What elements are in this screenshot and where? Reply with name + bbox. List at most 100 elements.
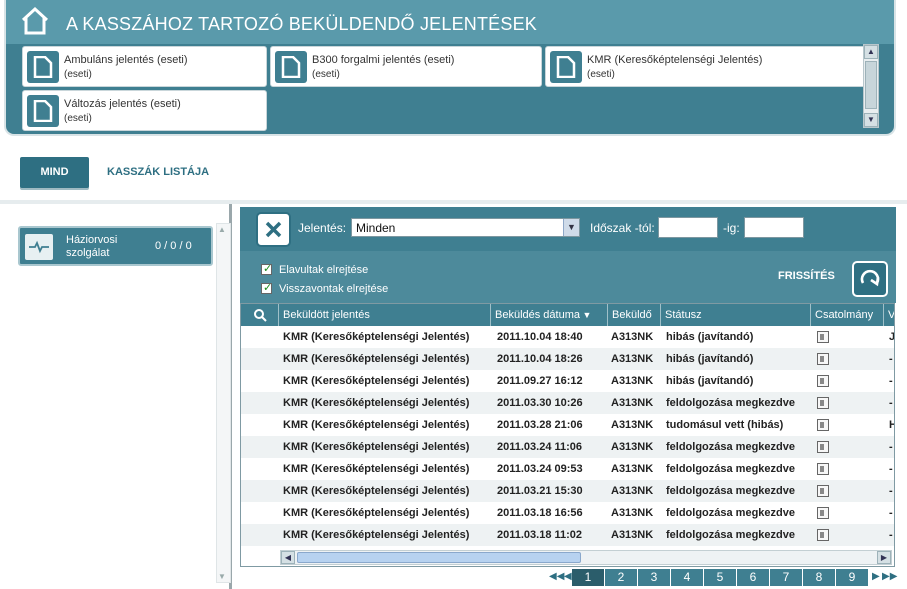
column-header-date[interactable]: Beküldés dátuma ▼	[491, 304, 608, 326]
column-header-extra[interactable]: V	[884, 304, 894, 326]
reports-scrollbar[interactable]: ▲ ▼	[863, 44, 879, 128]
cell-status: feldolgozása megkezdve	[666, 441, 795, 453]
cell-date: 2011.03.30 10:26	[497, 397, 583, 409]
table-horizontal-scrollbar[interactable]: ◀ ▶	[280, 550, 892, 565]
clear-filter-button[interactable]	[256, 212, 291, 247]
reports-table: Beküldött jelentés Beküldés dátuma ▼ Bek…	[240, 303, 895, 567]
table-row[interactable]: KMR (Keresőképtelenségi Jelentés) 2011.0…	[241, 458, 894, 480]
page-button-2[interactable]: 2	[605, 569, 637, 586]
report-card-valtozas[interactable]: Változás jelentés (eseti) (eseti)	[22, 90, 267, 131]
table-row[interactable]: KMR (Keresőképtelenségi Jelentés) 2011.0…	[241, 392, 894, 414]
report-card-title: Változás jelentés (eseti)	[64, 98, 181, 110]
attachment-icon[interactable]	[817, 485, 829, 497]
cell-extra: H	[885, 414, 894, 436]
cell-sender: A313NK	[611, 529, 654, 541]
period-from-input[interactable]	[658, 217, 718, 238]
attachment-icon[interactable]	[817, 529, 829, 541]
cell-extra: -	[889, 353, 893, 365]
attachment-icon[interactable]	[817, 419, 829, 431]
table-row[interactable]: KMR (Keresőképtelenségi Jelentés) 2011.0…	[241, 370, 894, 392]
table-row[interactable]: KMR (Keresőképtelenségi Jelentés) 2011.0…	[241, 436, 894, 458]
column-header-sent[interactable]: Beküldött jelentés	[279, 304, 491, 326]
cell-status: feldolgozása megkezdve	[666, 463, 795, 475]
table-row[interactable]: KMR (Keresőképtelenségi Jelentés) 2011.0…	[241, 502, 894, 524]
report-card-ambulans[interactable]: Ambuláns jelentés (eseti) (eseti)	[22, 46, 267, 87]
scroll-up-icon[interactable]: ▲	[218, 225, 226, 234]
hide-withdrawn-checkbox[interactable]: ✓	[261, 282, 272, 294]
document-icon	[275, 51, 307, 83]
search-column-header[interactable]	[241, 304, 279, 326]
refresh-label[interactable]: FRISSÍTÉS	[778, 270, 835, 282]
page-button-4[interactable]: 4	[671, 569, 703, 586]
cell-date: 2011.10.04 18:26	[497, 353, 583, 365]
table-row[interactable]: KMR (Keresőképtelenségi Jelentés) 2011.1…	[241, 326, 895, 348]
document-icon	[27, 51, 59, 83]
report-card-kmr[interactable]: KMR (Keresőképtelenségi Jelentés) (eseti…	[545, 46, 868, 87]
table-row[interactable]: KMR (Keresőképtelenségi Jelentés) 2011.0…	[241, 524, 894, 546]
cell-date: 2011.03.18 11:02	[497, 529, 583, 541]
report-filter-label: Jelentés:	[298, 221, 347, 235]
table-row[interactable]: KMR (Keresőképtelenségi Jelentés) 2011.1…	[241, 348, 894, 370]
page-button-1[interactable]: 1	[572, 569, 604, 586]
hide-expired-checkbox[interactable]: ✓	[261, 263, 272, 275]
attachment-icon[interactable]	[817, 507, 829, 519]
table-header: Beküldött jelentés Beküldés dátuma ▼ Bek…	[241, 304, 894, 326]
cell-report: KMR (Keresőképtelenségi Jelentés)	[283, 485, 470, 497]
cell-status: hibás (javítandó)	[666, 331, 754, 343]
next-page-icon[interactable]: ▶	[872, 571, 880, 582]
cell-report: KMR (Keresőképtelenségi Jelentés)	[283, 331, 470, 343]
cell-extra: J	[889, 331, 895, 343]
page-button-8[interactable]: 8	[803, 569, 835, 586]
tab-mind[interactable]: MIND	[20, 157, 89, 188]
scroll-down-icon[interactable]: ▼	[864, 113, 878, 127]
search-icon[interactable]	[253, 308, 267, 322]
cashier-scrollbar[interactable]: ▲ ▼	[216, 223, 231, 583]
scroll-right-icon[interactable]: ▶	[877, 551, 891, 564]
cell-status: feldolgozása megkezdve	[666, 485, 795, 497]
scroll-up-icon[interactable]: ▲	[864, 45, 878, 59]
attachment-icon[interactable]	[817, 441, 829, 453]
attachment-icon[interactable]	[817, 463, 829, 475]
cell-date: 2011.03.21 15:30	[497, 485, 583, 497]
attachment-icon[interactable]	[817, 397, 829, 409]
cell-sender: A313NK	[611, 331, 654, 343]
page-button-3[interactable]: 3	[638, 569, 670, 586]
first-page-icon[interactable]: ◀◀	[549, 571, 564, 582]
cell-sender: A313NK	[611, 353, 654, 365]
last-page-icon[interactable]: ▶▶	[882, 571, 897, 582]
page-button-6[interactable]: 6	[737, 569, 769, 586]
table-row[interactable]: KMR (Keresőképtelenségi Jelentés) 2011.0…	[241, 414, 894, 436]
report-card-subtitle: (eseti)	[64, 113, 92, 124]
tab-kasszak-listaja[interactable]: KASSZÁK LISTÁJA	[107, 166, 209, 178]
scroll-thumb[interactable]	[865, 61, 877, 109]
column-header-sender[interactable]: Beküldő	[608, 304, 661, 326]
refresh-button[interactable]	[852, 261, 888, 297]
attachment-icon[interactable]	[817, 353, 829, 365]
cell-status: hibás (javítandó)	[666, 375, 754, 387]
cell-extra: -	[889, 397, 893, 409]
page-button-5[interactable]: 5	[704, 569, 736, 586]
report-card-subtitle: (eseti)	[587, 69, 615, 80]
cell-sender: A313NK	[611, 419, 654, 431]
attachment-icon[interactable]	[817, 331, 829, 343]
scroll-thumb[interactable]	[297, 552, 581, 563]
chevron-down-icon[interactable]: ▼	[563, 219, 579, 236]
attachment-icon[interactable]	[817, 375, 829, 387]
column-header-status[interactable]: Státusz	[661, 304, 811, 326]
cell-report: KMR (Keresőképtelenségi Jelentés)	[283, 375, 470, 387]
scroll-left-icon[interactable]: ◀	[281, 551, 295, 564]
home-icon[interactable]	[20, 6, 50, 36]
prev-page-icon[interactable]: ◀	[564, 571, 572, 582]
page-button-7[interactable]: 7	[770, 569, 802, 586]
cashier-item-haziorvosi[interactable]: Háziorvosi szolgálat 0 / 0 / 0	[18, 226, 213, 266]
cell-extra: -	[889, 485, 893, 497]
report-select[interactable]: Minden ▼	[351, 218, 580, 237]
scroll-down-icon[interactable]: ▼	[218, 572, 226, 581]
page-button-9[interactable]: 9	[836, 569, 868, 586]
page-title: A KASSZÁHOZ TARTOZÓ BEKÜLDENDŐ JELENTÉSE…	[66, 14, 537, 34]
report-card-b300[interactable]: B300 forgalmi jelentés (eseti) (eseti)	[270, 46, 542, 87]
table-row[interactable]: KMR (Keresőképtelenségi Jelentés) 2011.0…	[241, 480, 894, 502]
period-to-input[interactable]	[744, 217, 804, 238]
cell-date: 2011.03.18 16:56	[497, 507, 583, 519]
column-header-attachment[interactable]: Csatolmány	[811, 304, 884, 326]
